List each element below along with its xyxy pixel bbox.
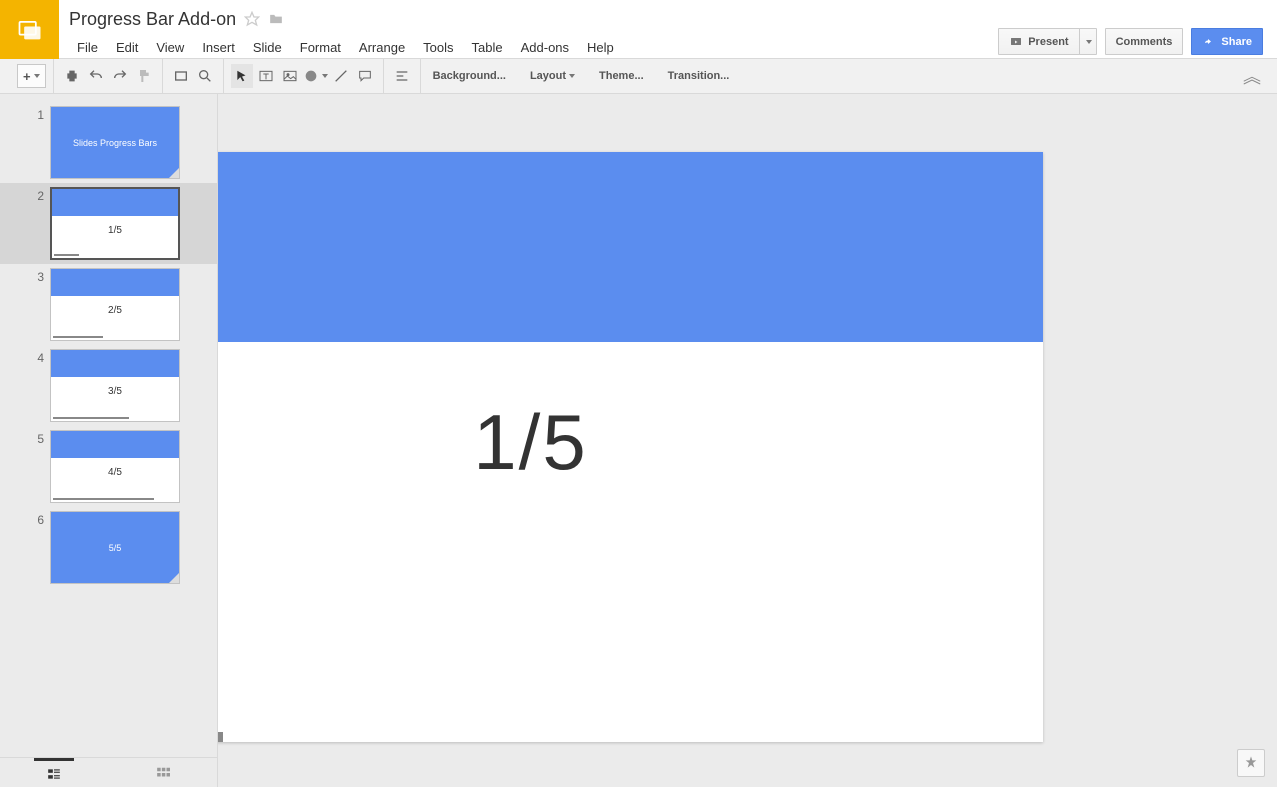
- thumbnail-progress-bar: [53, 336, 103, 338]
- menu-arrange[interactable]: Arrange: [351, 36, 413, 59]
- star-icon[interactable]: [244, 11, 260, 27]
- line-tool[interactable]: [330, 64, 352, 88]
- collapse-toolbar-icon[interactable]: ︽: [1243, 63, 1267, 89]
- slide-thumbnail[interactable]: 21/5: [0, 183, 217, 264]
- redo-button[interactable]: [109, 64, 131, 88]
- paint-format-button[interactable]: [133, 64, 155, 88]
- thumbnail-body-text: 2/5: [51, 296, 179, 316]
- thumbnail-number: 4: [0, 349, 50, 365]
- thumbnail-body-text: 4/5: [51, 458, 179, 478]
- menu-help[interactable]: Help: [579, 36, 622, 59]
- thumbnail-body-text: 1/5: [52, 216, 178, 236]
- menu-format[interactable]: Format: [292, 36, 349, 59]
- grid-view-button[interactable]: [143, 758, 183, 787]
- explore-button[interactable]: [1237, 749, 1265, 777]
- menu-view[interactable]: View: [148, 36, 192, 59]
- shape-tool[interactable]: [303, 64, 328, 88]
- document-title[interactable]: Progress Bar Add-on: [69, 9, 236, 30]
- menu-addons[interactable]: Add-ons: [513, 36, 577, 59]
- slide-thumbnail[interactable]: 32/5: [0, 264, 217, 345]
- comments-button[interactable]: Comments: [1105, 28, 1184, 55]
- thumbnail-title-text: Slides Progress Bars: [51, 107, 179, 178]
- slide-thumbnail-strip: 1Slides Progress Bars21/532/543/554/565/…: [0, 94, 218, 787]
- print-button[interactable]: [61, 64, 83, 88]
- slide-header-block: [218, 152, 1043, 342]
- comment-tool[interactable]: [354, 64, 376, 88]
- background-button[interactable]: Background...: [422, 64, 517, 88]
- slide-progress-bar: [218, 732, 223, 742]
- menu-table[interactable]: Table: [464, 36, 511, 59]
- menu-slide[interactable]: Slide: [245, 36, 290, 59]
- slide-thumbnail[interactable]: 43/5: [0, 345, 217, 426]
- thumbnail-number: 6: [0, 511, 50, 527]
- menu-insert[interactable]: Insert: [194, 36, 243, 59]
- thumbnail-progress-bar: [54, 254, 79, 256]
- share-label: Share: [1221, 36, 1252, 48]
- comments-label: Comments: [1116, 36, 1173, 48]
- slides-logo[interactable]: [0, 0, 59, 59]
- fit-button[interactable]: [170, 64, 192, 88]
- undo-button[interactable]: [85, 64, 107, 88]
- slide-thumbnail[interactable]: 65/5: [0, 507, 217, 588]
- transition-button[interactable]: Transition...: [657, 64, 741, 88]
- thumbnail-number: 3: [0, 268, 50, 284]
- thumbnail-number: 1: [0, 106, 50, 122]
- align-button[interactable]: [391, 64, 413, 88]
- present-label: Present: [1028, 36, 1068, 48]
- menu-edit[interactable]: Edit: [108, 36, 146, 59]
- present-button[interactable]: Present: [998, 28, 1079, 55]
- menu-tools[interactable]: Tools: [415, 36, 461, 59]
- zoom-button[interactable]: [194, 64, 216, 88]
- thumbnail-body-text: 3/5: [51, 377, 179, 397]
- current-slide[interactable]: 1/5: [218, 152, 1043, 742]
- image-tool[interactable]: [279, 64, 301, 88]
- slide-canvas-area: 1/5: [218, 94, 1277, 787]
- thumbnail-title-text: 5/5: [51, 512, 179, 583]
- new-slide-button[interactable]: +: [17, 64, 46, 88]
- slide-thumbnail[interactable]: 1Slides Progress Bars: [0, 102, 217, 183]
- thumbnail-number: 2: [0, 187, 50, 203]
- select-tool[interactable]: [231, 64, 253, 88]
- thumbnail-number: 5: [0, 430, 50, 446]
- layout-button[interactable]: Layout: [519, 64, 586, 88]
- folder-icon[interactable]: [268, 12, 284, 26]
- layout-label: Layout: [530, 70, 566, 82]
- filmstrip-view-button[interactable]: [34, 758, 74, 787]
- share-button[interactable]: Share: [1191, 28, 1263, 55]
- slide-body-text: 1/5: [218, 342, 1043, 488]
- thumbnail-progress-bar: [53, 417, 129, 419]
- theme-button[interactable]: Theme...: [588, 64, 655, 88]
- present-dropdown[interactable]: [1079, 28, 1097, 55]
- thumbnail-progress-bar: [53, 498, 154, 500]
- slide-thumbnail[interactable]: 54/5: [0, 426, 217, 507]
- textbox-tool[interactable]: [255, 64, 277, 88]
- menu-file[interactable]: File: [69, 36, 106, 59]
